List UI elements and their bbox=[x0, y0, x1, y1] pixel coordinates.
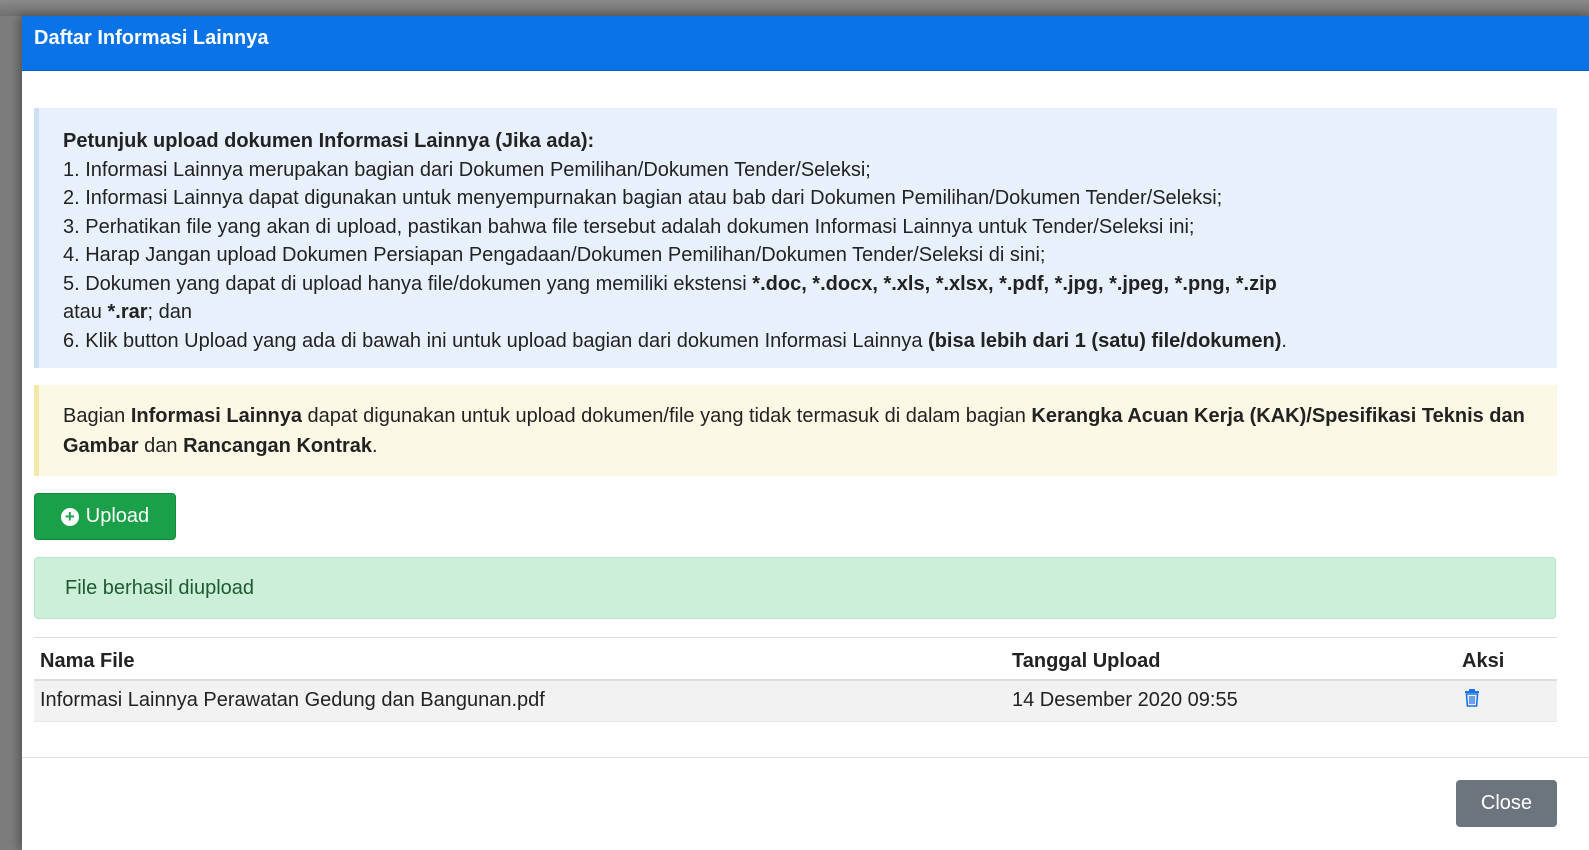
instruction-item-6: 6. Klik button Upload yang ada di bawah … bbox=[63, 327, 1557, 356]
backdrop-overlay bbox=[0, 0, 1589, 16]
close-button[interactable]: Close bbox=[1456, 780, 1557, 827]
instruction-item-5-rar: *.rar bbox=[107, 301, 148, 323]
success-alert-message: File berhasil diupload bbox=[65, 576, 255, 599]
table-header-row: Nama File Tanggal Upload Aksi bbox=[34, 637, 1557, 681]
trash-icon[interactable] bbox=[1464, 688, 1480, 713]
modal-title: Daftar Informasi Lainnya bbox=[34, 27, 269, 49]
table-row: Informasi Lainnya Perawatan Gedung dan B… bbox=[34, 679, 1557, 722]
plus-circle-icon: + bbox=[60, 507, 79, 526]
instruction-item-2: 2. Informasi Lainnya dapat digunakan unt… bbox=[63, 187, 1223, 209]
instruction-item-3: 3. Perhatikan file yang akan di upload, … bbox=[63, 215, 1195, 238]
upload-button[interactable]: + Upload bbox=[34, 493, 176, 540]
note-bold-3: Rancangan Kontrak bbox=[183, 435, 373, 457]
note-text-3: dan bbox=[138, 435, 184, 457]
instruction-item-6-bold: (bisa lebih dari 1 (satu) file/dokumen) bbox=[928, 329, 1282, 352]
success-alert: File berhasil diupload bbox=[34, 557, 1556, 619]
uploaded-files-table: Nama File Tanggal Upload Aksi Informasi … bbox=[34, 637, 1557, 722]
column-header-action: Aksi bbox=[1456, 637, 1557, 681]
instruction-item-5-or: atau bbox=[63, 301, 108, 323]
column-header-date: Tanggal Upload bbox=[1006, 637, 1456, 681]
close-button-label: Close bbox=[1480, 792, 1533, 814]
upload-button-label: Upload bbox=[85, 505, 150, 527]
note-text-4: . bbox=[372, 435, 378, 457]
footer-divider bbox=[22, 757, 1589, 758]
instruction-item-1: 1. Informasi Lainnya merupakan bagian da… bbox=[63, 158, 871, 181]
instruction-item-6-prefix: 6. Klik button Upload yang ada di bawah … bbox=[63, 329, 929, 352]
instruction-item-4: 4. Harap Jangan upload Dokumen Persiapan… bbox=[63, 244, 1046, 266]
upload-date-cell: 14 Desember 2020 09:55 bbox=[1006, 679, 1456, 722]
instruction-item-5-extensions: *.doc, *.docx, *.xls, *.xlsx, *.pdf, *.j… bbox=[752, 272, 1277, 295]
note-bold-1: Informasi Lainnya bbox=[130, 405, 302, 427]
instruction-item-6-suffix: . bbox=[1281, 329, 1287, 352]
column-header-name: Nama File bbox=[34, 637, 1006, 681]
note-text-1: Bagian bbox=[63, 405, 131, 427]
note-text-2: dapat digunakan untuk upload dokumen/fil… bbox=[302, 405, 1032, 427]
modal-dialog: Daftar Informasi Lainnya Petunjuk upload… bbox=[22, 16, 1589, 850]
action-cell bbox=[1456, 679, 1557, 722]
upload-instructions-panel: Petunjuk upload dokumen Informasi Lainny… bbox=[34, 108, 1557, 368]
info-note-panel: Bagian Informasi Lainnya dapat digunakan… bbox=[34, 385, 1557, 476]
file-name-cell: Informasi Lainnya Perawatan Gedung dan B… bbox=[34, 679, 1006, 722]
instruction-item-5: 5. Dokumen yang dapat di upload hanya fi… bbox=[63, 270, 1557, 327]
instruction-item-5-suffix: ; dan bbox=[147, 301, 192, 323]
instruction-item-5-prefix: 5. Dokumen yang dapat di upload hanya fi… bbox=[63, 272, 753, 295]
modal-header: Daftar Informasi Lainnya bbox=[22, 16, 1589, 71]
instructions-title: Petunjuk upload dokumen Informasi Lainny… bbox=[63, 130, 595, 152]
